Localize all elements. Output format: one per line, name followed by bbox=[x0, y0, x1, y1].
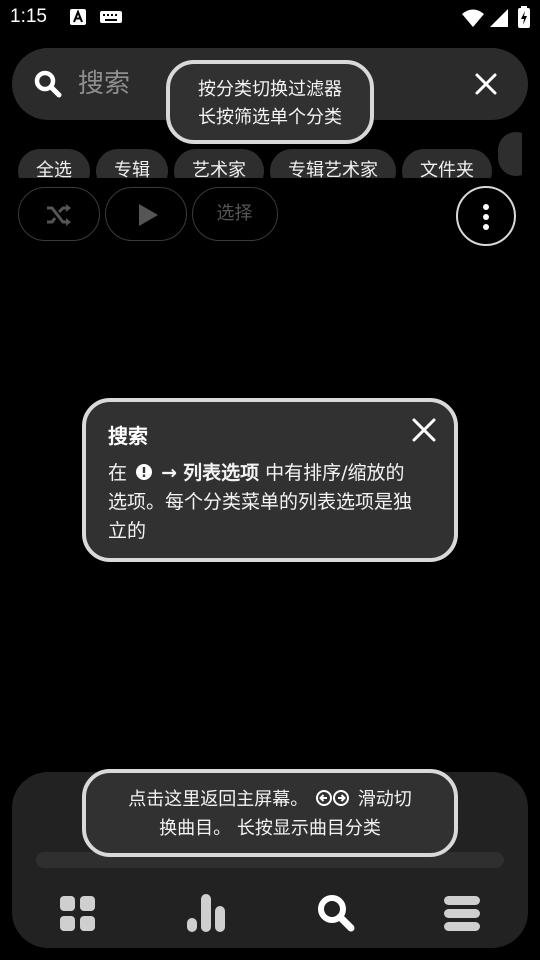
search-icon bbox=[34, 70, 62, 98]
player-hint-line1a: 点击这里返回主屏幕。 bbox=[128, 789, 309, 810]
filter-hint-line2: 长按筛选单个分类 bbox=[198, 107, 342, 128]
shuffle-icon bbox=[47, 204, 71, 226]
info-icon bbox=[136, 464, 153, 480]
search-hint-prefix: 在 bbox=[108, 462, 128, 484]
filter-hint-line1: 按分类切换过滤器 bbox=[198, 79, 342, 100]
clear-search-icon[interactable] bbox=[474, 72, 498, 96]
close-hint-icon[interactable] bbox=[412, 418, 436, 442]
chip-artist[interactable]: 艺术家 bbox=[174, 149, 264, 178]
battery-charging-icon bbox=[518, 6, 530, 28]
wifi-icon bbox=[462, 9, 484, 27]
shuffle-button[interactable] bbox=[18, 187, 100, 241]
status-bar: 1:15 bbox=[0, 0, 540, 36]
search-nav-icon bbox=[318, 895, 355, 932]
search-hint-tooltip: 搜索 在 → 列表选项 中有排序/缩放的 选项。每个分类菜单的列表选项是独 立的 bbox=[82, 398, 458, 562]
search-hint-body: 在 → 列表选项 中有排序/缩放的 选项。每个分类菜单的列表选项是独 立的 bbox=[108, 459, 432, 546]
more-options-button[interactable] bbox=[456, 186, 516, 246]
queue-icon bbox=[444, 896, 480, 931]
search-hint-line2: 选项。每个分类菜单的列表选项是独 bbox=[108, 491, 413, 513]
more-vert-icon bbox=[483, 204, 489, 230]
search-hint-arrow: → bbox=[161, 462, 178, 484]
search-hint-line3: 立的 bbox=[108, 520, 147, 542]
signal-icon bbox=[490, 9, 508, 27]
search-hint-list-options: 列表选项 bbox=[183, 462, 260, 484]
search-hint-after: 中有排序/缩放的 bbox=[265, 462, 405, 484]
select-button[interactable]: 选择 bbox=[192, 187, 278, 241]
font-notification-icon bbox=[70, 9, 86, 25]
keyboard-icon bbox=[100, 11, 122, 23]
play-button[interactable] bbox=[105, 187, 187, 241]
filter-hint-tooltip: 按分类切换过滤器 长按筛选单个分类 bbox=[166, 60, 374, 144]
swipe-arrows-icon bbox=[316, 790, 349, 806]
chip-album[interactable]: 专辑 bbox=[96, 149, 168, 178]
bar-chart-icon bbox=[187, 894, 225, 932]
nav-library[interactable] bbox=[50, 888, 106, 936]
chip-album-artist[interactable]: 专辑艺术家 bbox=[270, 149, 396, 178]
search-hint-title: 搜索 bbox=[108, 424, 148, 448]
chip-more[interactable] bbox=[498, 132, 522, 176]
grid-icon bbox=[60, 896, 95, 931]
chip-all[interactable]: 全选 bbox=[18, 149, 90, 178]
nav-charts[interactable] bbox=[178, 888, 234, 936]
chip-folder[interactable]: 文件夹 bbox=[402, 149, 492, 178]
status-time: 1:15 bbox=[10, 6, 47, 27]
player-hint-line2: 换曲目。 长按显示曲目分类 bbox=[159, 818, 381, 839]
nav-search[interactable] bbox=[308, 888, 364, 936]
play-icon bbox=[139, 204, 158, 226]
player-hint-tooltip: 点击这里返回主屏幕。 滑动切 换曲目。 长按显示曲目分类 bbox=[82, 769, 458, 857]
player-hint-line1b: 滑动切 bbox=[357, 789, 412, 810]
nav-queue[interactable] bbox=[435, 888, 491, 936]
select-button-label: 选择 bbox=[216, 203, 253, 224]
